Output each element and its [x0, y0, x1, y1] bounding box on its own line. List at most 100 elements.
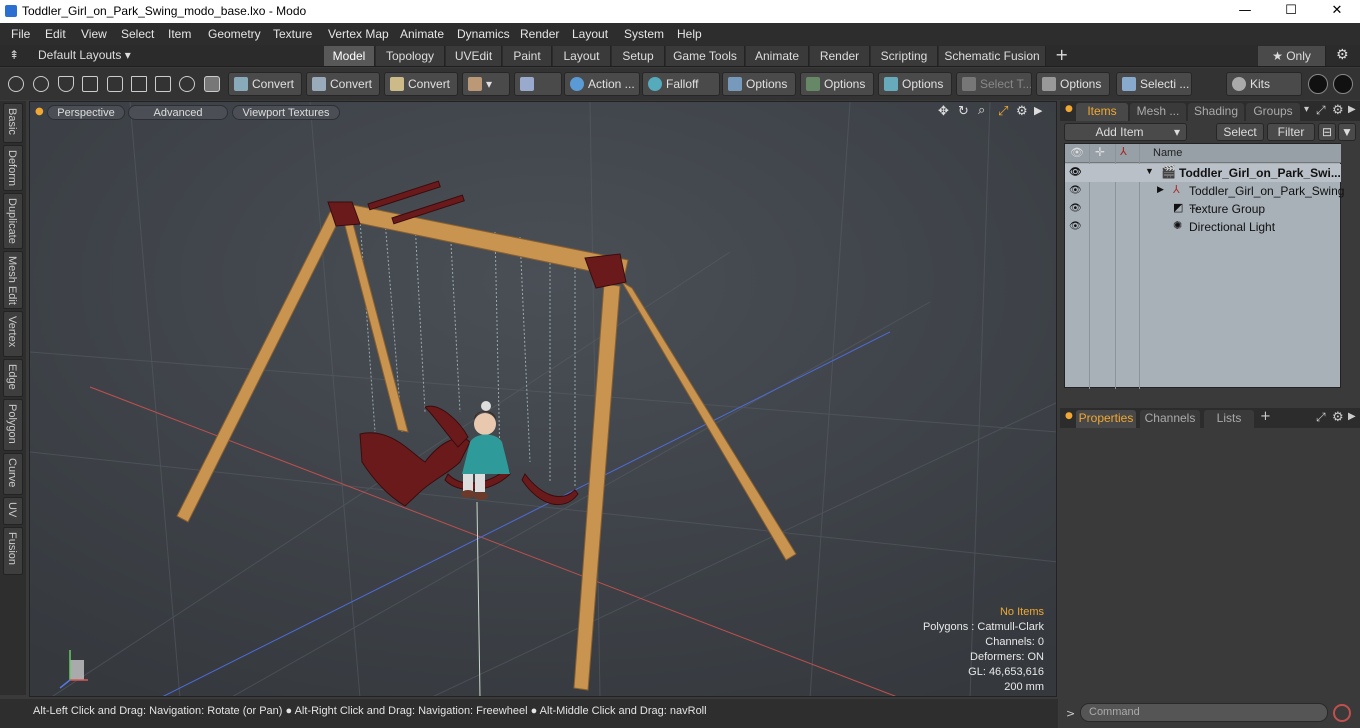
symmetry-toggle[interactable] [514, 72, 562, 96]
menu-select[interactable]: Select [121, 27, 154, 41]
tab-items[interactable]: Items [1076, 103, 1128, 121]
close-button[interactable]: ✕ [1314, 0, 1360, 23]
vtab-deform[interactable]: Deform [3, 145, 23, 191]
tab-shading[interactable]: Shading [1188, 103, 1244, 121]
3d-viewport[interactable]: ● Perspective Advanced Viewport Textures… [29, 101, 1057, 697]
command-input[interactable]: Command [1080, 703, 1328, 722]
minimize-button[interactable]: — [1222, 0, 1268, 23]
layout-gear-icon[interactable]: ⚙ [1336, 47, 1349, 63]
visibility-eye-icon[interactable]: 👁 [1069, 185, 1082, 197]
maximize-button[interactable]: ☐ [1268, 0, 1314, 23]
convert-button-1[interactable]: Convert [228, 72, 302, 96]
pan-icon[interactable]: ✥ [938, 104, 949, 119]
panel-gear-icon[interactable]: ⚙ [1332, 103, 1344, 118]
pivot-mode-icon[interactable] [155, 76, 171, 92]
menu-vertex-map[interactable]: Vertex Map [328, 27, 389, 41]
tree-row-directional-light[interactable]: 👁 ✺ Directional Light [1065, 218, 1341, 236]
center-mode-icon[interactable] [131, 76, 147, 92]
tab-model[interactable]: Model [324, 46, 375, 66]
select-materials-icon[interactable] [107, 76, 123, 92]
layout-selector[interactable]: Default Layouts ▾ [38, 48, 131, 62]
vtab-polygon[interactable]: Polygon [3, 399, 23, 451]
rotate-icon[interactable]: ↻ [958, 104, 969, 119]
select-through-button[interactable]: Select T... [956, 72, 1032, 96]
panel-expand-icon[interactable]: ⤢ [1316, 103, 1326, 118]
tab-uvedit[interactable]: UVEdit [446, 46, 502, 66]
tab-render[interactable]: Render [810, 46, 870, 66]
edge-mode-icon[interactable] [179, 76, 195, 92]
vtab-edge[interactable]: Edge [3, 359, 23, 397]
action-center-button[interactable]: Action ... [564, 72, 640, 96]
menu-view[interactable]: View [81, 27, 107, 41]
tree-row-texture-group[interactable]: 👁 ◩ Texture Group [1065, 200, 1341, 218]
zoom-icon[interactable]: ⌕ [978, 103, 985, 118]
tab-layout[interactable]: Layout [553, 46, 611, 66]
visibility-eye-icon[interactable]: 👁 [1069, 167, 1082, 179]
tab-animate[interactable]: Animate [746, 46, 809, 66]
funnel-icon[interactable]: ▼ [1338, 123, 1356, 141]
vtab-curve[interactable]: Curve [3, 453, 23, 495]
tab-groups[interactable]: Groups [1246, 103, 1300, 121]
menu-help[interactable]: Help [677, 27, 702, 41]
tab-channels[interactable]: Channels [1140, 410, 1200, 428]
vtab-basic[interactable]: Basic [3, 103, 23, 143]
tab-game-tools[interactable]: Game Tools [666, 46, 745, 66]
tab-mesh[interactable]: Mesh ... [1130, 103, 1186, 121]
record-macro-icon[interactable] [1333, 704, 1351, 722]
tab-properties[interactable]: Properties [1076, 410, 1136, 428]
menu-geometry[interactable]: Geometry [208, 27, 261, 41]
vtab-uv[interactable]: UV [3, 497, 23, 525]
polygon-mode-icon[interactable] [204, 76, 220, 92]
tab-setup[interactable]: Setup [612, 46, 665, 66]
expand-arrow-icon[interactable]: ▼ [1145, 166, 1154, 176]
menu-edit[interactable]: Edit [45, 27, 66, 41]
filter-button[interactable]: Filter [1267, 123, 1315, 141]
panel-arrow-icon[interactable]: ▶ [1348, 104, 1356, 115]
menu-layout[interactable]: Layout [572, 27, 608, 41]
only-toggle[interactable]: ★ Only [1258, 46, 1326, 66]
falloff-button[interactable]: Falloff [642, 72, 720, 96]
collapse-button[interactable]: ⊟ [1318, 123, 1336, 141]
menu-animate[interactable]: Animate [400, 27, 444, 41]
panel-arrow-icon[interactable]: ▶ [1348, 411, 1356, 422]
menu-render[interactable]: Render [520, 27, 559, 41]
tree-row-scene[interactable]: 👁 ▼ 🎬 Toddler_Girl_on_Park_Swi... [1065, 164, 1341, 182]
select-vertices-icon[interactable] [8, 76, 24, 92]
select-items-icon[interactable] [82, 76, 98, 92]
options-button-1[interactable]: Options [722, 72, 796, 96]
collapse-arrow-icon[interactable]: ▶ [1157, 184, 1164, 195]
advanced-dropdown[interactable]: Advanced [128, 105, 228, 120]
kits-button[interactable]: Kits [1226, 72, 1302, 96]
select-edges-icon[interactable] [33, 76, 49, 92]
convert-button-2[interactable]: Convert [306, 72, 380, 96]
vtab-fusion[interactable]: Fusion [3, 527, 23, 575]
menu-item[interactable]: Item [168, 27, 191, 41]
unreal-icon[interactable] [1333, 74, 1353, 94]
viewport-menu-dot-icon[interactable]: ● [35, 106, 44, 117]
options-button-3[interactable]: Options [878, 72, 952, 96]
tab-topology[interactable]: Topology [376, 46, 445, 66]
convert-button-3[interactable]: Convert [384, 72, 458, 96]
tab-paint[interactable]: Paint [503, 46, 552, 66]
tab-schematic-fusion[interactable]: Schematic Fusion [939, 46, 1046, 66]
select-button[interactable]: Select [1216, 123, 1264, 141]
viewport-expand-icon[interactable]: ▶ [1034, 104, 1042, 117]
add-tab-icon[interactable]: + [1260, 409, 1271, 424]
maximize-viewport-icon[interactable]: ⤢ [998, 104, 1008, 119]
viewport-textures-dropdown[interactable]: Viewport Textures [232, 105, 340, 120]
selection-sets-button[interactable]: Selecti ... [1116, 72, 1192, 96]
viewport-gear-icon[interactable]: ⚙ [1016, 104, 1028, 119]
tree-row-mesh[interactable]: 👁 ▶ ⅄ Toddler_Girl_on_Park_Swing ... [1065, 182, 1344, 212]
menu-dynamics[interactable]: Dynamics [457, 27, 510, 41]
panel-gear-icon[interactable]: ⚙ [1332, 410, 1344, 425]
unity-icon[interactable] [1308, 74, 1328, 94]
visibility-eye-icon[interactable]: 👁 [1069, 221, 1082, 233]
add-item-button[interactable]: Add Item ▾ [1064, 123, 1187, 141]
name-column-header[interactable]: Name [1153, 147, 1182, 159]
panel-menu-icon[interactable]: ▾ [1304, 104, 1309, 115]
visibility-eye-icon[interactable]: 👁 [1069, 203, 1082, 215]
vtab-mesh-edit[interactable]: Mesh Edit [3, 251, 23, 309]
options-button-2[interactable]: Options [800, 72, 874, 96]
panel-expand-icon[interactable]: ⤢ [1316, 410, 1326, 425]
options-button-4[interactable]: Options [1036, 72, 1110, 96]
